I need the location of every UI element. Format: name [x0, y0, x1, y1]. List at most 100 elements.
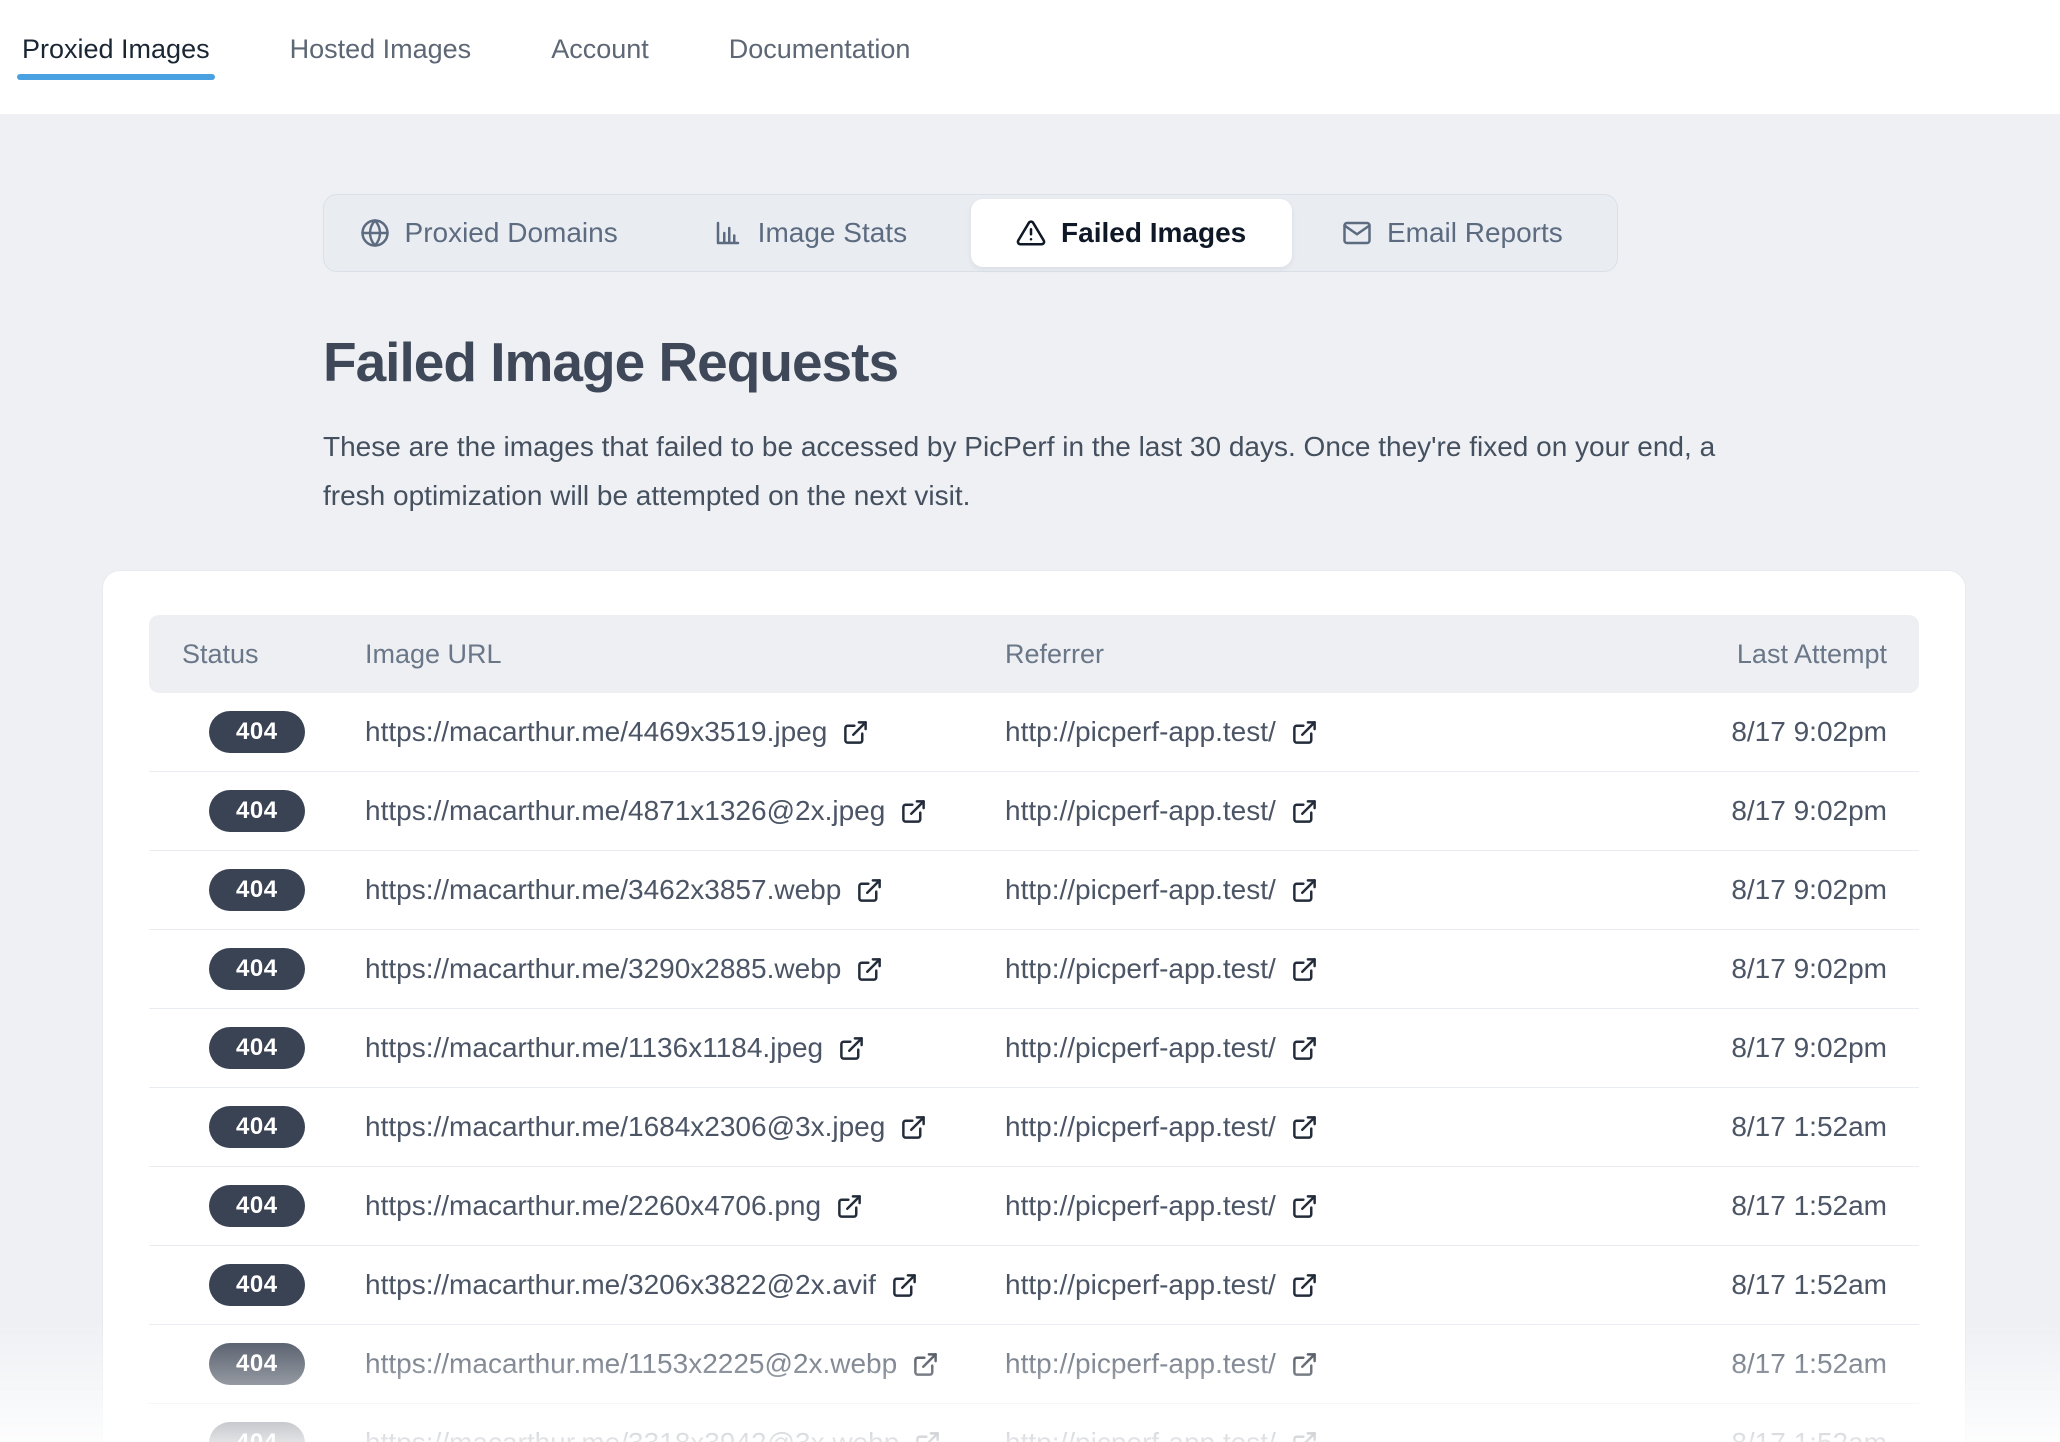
image-url: https://macarthur.me/3462x3857.webp [365, 874, 841, 906]
table-row: 404 https://macarthur.me/1153x2225@2x.we… [149, 1325, 1919, 1404]
last-attempt: 8/17 1:52am [1609, 1348, 1919, 1380]
last-attempt: 8/17 9:02pm [1609, 795, 1919, 827]
table-row: 404 https://macarthur.me/4871x1326@2x.jp… [149, 772, 1919, 851]
table-row: 404 https://macarthur.me/2260x4706.png h… [149, 1167, 1919, 1246]
nav-item-hosted-images[interactable]: Hosted Images [290, 34, 472, 65]
status-badge: 404 [209, 948, 305, 990]
status-badge: 404 [209, 869, 305, 911]
external-link-icon[interactable] [1291, 1351, 1318, 1378]
image-url: https://macarthur.me/4469x3519.jpeg [365, 716, 827, 748]
last-attempt: 8/17 1:52am [1609, 1269, 1919, 1301]
image-url: https://macarthur.me/1136x1184.jpeg [365, 1032, 823, 1064]
table-row: 404 https://macarthur.me/3290x2885.webp … [149, 930, 1919, 1009]
external-link-icon[interactable] [842, 719, 869, 746]
last-attempt: 8/17 1:52am [1609, 1111, 1919, 1143]
external-link-icon[interactable] [856, 956, 883, 983]
status-badge: 404 [209, 1185, 305, 1227]
table-row: 404 https://macarthur.me/3318x3942@3x.we… [149, 1404, 1919, 1442]
tab-label: Proxied Domains [405, 217, 618, 249]
status-badge: 404 [209, 1264, 305, 1306]
status-badge: 404 [209, 1343, 305, 1385]
column-header-image-url: Image URL [365, 639, 1005, 670]
referrer-url: http://picperf-app.test/ [1005, 1348, 1276, 1380]
tab-proxied-domains[interactable]: Proxied Domains [328, 199, 649, 267]
active-nav-underline [17, 74, 215, 80]
tab-label: Email Reports [1387, 217, 1563, 249]
tab-email-reports[interactable]: Email Reports [1292, 199, 1613, 267]
image-url: https://macarthur.me/1153x2225@2x.webp [365, 1348, 897, 1380]
nav-item-label: Hosted Images [290, 34, 472, 64]
image-url: https://macarthur.me/3290x2885.webp [365, 953, 841, 985]
external-link-icon[interactable] [1291, 1114, 1318, 1141]
view-tabs: Proxied Domains Image Stats Failed Image… [323, 194, 1618, 272]
status-badge: 404 [209, 790, 305, 832]
status-badge: 404 [209, 1106, 305, 1148]
table-body: 404 https://macarthur.me/4469x3519.jpeg … [149, 693, 1919, 1442]
table-row: 404 https://macarthur.me/1136x1184.jpeg … [149, 1009, 1919, 1088]
external-link-icon[interactable] [900, 798, 927, 825]
nav-item-label: Proxied Images [22, 34, 210, 64]
referrer-url: http://picperf-app.test/ [1005, 953, 1276, 985]
table-row: 404 https://macarthur.me/3206x3822@2x.av… [149, 1246, 1919, 1325]
failed-images-card: Status Image URL Referrer Last Attempt 4… [102, 570, 1966, 1442]
last-attempt: 8/17 1:52am [1609, 1190, 1919, 1222]
bar-chart-icon [713, 218, 743, 248]
table-row: 404 https://macarthur.me/1684x2306@3x.jp… [149, 1088, 1919, 1167]
image-url: https://macarthur.me/4871x1326@2x.jpeg [365, 795, 885, 827]
page-description: These are the images that failed to be a… [323, 422, 1723, 520]
tab-failed-images[interactable]: Failed Images [971, 199, 1292, 267]
external-link-icon[interactable] [856, 877, 883, 904]
tab-image-stats[interactable]: Image Stats [649, 199, 970, 267]
image-url: https://macarthur.me/3318x3942@3x.webp [365, 1427, 899, 1442]
image-url: https://macarthur.me/3206x3822@2x.avif [365, 1269, 876, 1301]
external-link-icon[interactable] [912, 1351, 939, 1378]
warning-triangle-icon [1016, 218, 1046, 248]
external-link-icon[interactable] [1291, 1035, 1318, 1062]
external-link-icon[interactable] [1291, 1193, 1318, 1220]
external-link-icon[interactable] [891, 1272, 918, 1299]
last-attempt: 8/17 9:02pm [1609, 874, 1919, 906]
external-link-icon[interactable] [900, 1114, 927, 1141]
nav-item-label: Documentation [729, 34, 911, 64]
external-link-icon[interactable] [1291, 719, 1318, 746]
referrer-url: http://picperf-app.test/ [1005, 1190, 1276, 1222]
referrer-url: http://picperf-app.test/ [1005, 1269, 1276, 1301]
table-header: Status Image URL Referrer Last Attempt [149, 615, 1919, 693]
status-badge: 404 [209, 1422, 305, 1442]
external-link-icon[interactable] [1291, 956, 1318, 983]
external-link-icon[interactable] [914, 1430, 941, 1442]
referrer-url: http://picperf-app.test/ [1005, 874, 1276, 906]
referrer-url: http://picperf-app.test/ [1005, 1427, 1276, 1442]
status-badge: 404 [209, 1027, 305, 1069]
mail-icon [1342, 218, 1372, 248]
column-header-last-attempt: Last Attempt [1609, 639, 1919, 670]
referrer-url: http://picperf-app.test/ [1005, 1032, 1276, 1064]
tab-label: Image Stats [758, 217, 907, 249]
globe-icon [360, 218, 390, 248]
last-attempt: 8/17 9:02pm [1609, 716, 1919, 748]
last-attempt: 8/17 1:52am [1609, 1427, 1919, 1442]
external-link-icon[interactable] [1291, 877, 1318, 904]
nav-item-account[interactable]: Account [551, 34, 649, 65]
table-row: 404 https://macarthur.me/3462x3857.webp … [149, 851, 1919, 930]
page-content: Proxied Domains Image Stats Failed Image… [0, 114, 2060, 1442]
external-link-icon[interactable] [838, 1035, 865, 1062]
referrer-url: http://picperf-app.test/ [1005, 795, 1276, 827]
page-title: Failed Image Requests [323, 330, 2060, 394]
referrer-url: http://picperf-app.test/ [1005, 716, 1276, 748]
nav-item-documentation[interactable]: Documentation [729, 34, 911, 65]
column-header-referrer: Referrer [1005, 639, 1609, 670]
nav-item-label: Account [551, 34, 649, 64]
column-header-status: Status [149, 639, 365, 670]
last-attempt: 8/17 9:02pm [1609, 953, 1919, 985]
external-link-icon[interactable] [1291, 1272, 1318, 1299]
external-link-icon[interactable] [836, 1193, 863, 1220]
nav-item-proxied-images[interactable]: Proxied Images [22, 34, 210, 80]
table-row: 404 https://macarthur.me/4469x3519.jpeg … [149, 693, 1919, 772]
external-link-icon[interactable] [1291, 798, 1318, 825]
image-url: https://macarthur.me/2260x4706.png [365, 1190, 821, 1222]
tab-label: Failed Images [1061, 217, 1246, 249]
top-nav: Proxied Images Hosted Images Account Doc… [0, 0, 2060, 114]
external-link-icon[interactable] [1291, 1430, 1318, 1442]
image-url: https://macarthur.me/1684x2306@3x.jpeg [365, 1111, 885, 1143]
